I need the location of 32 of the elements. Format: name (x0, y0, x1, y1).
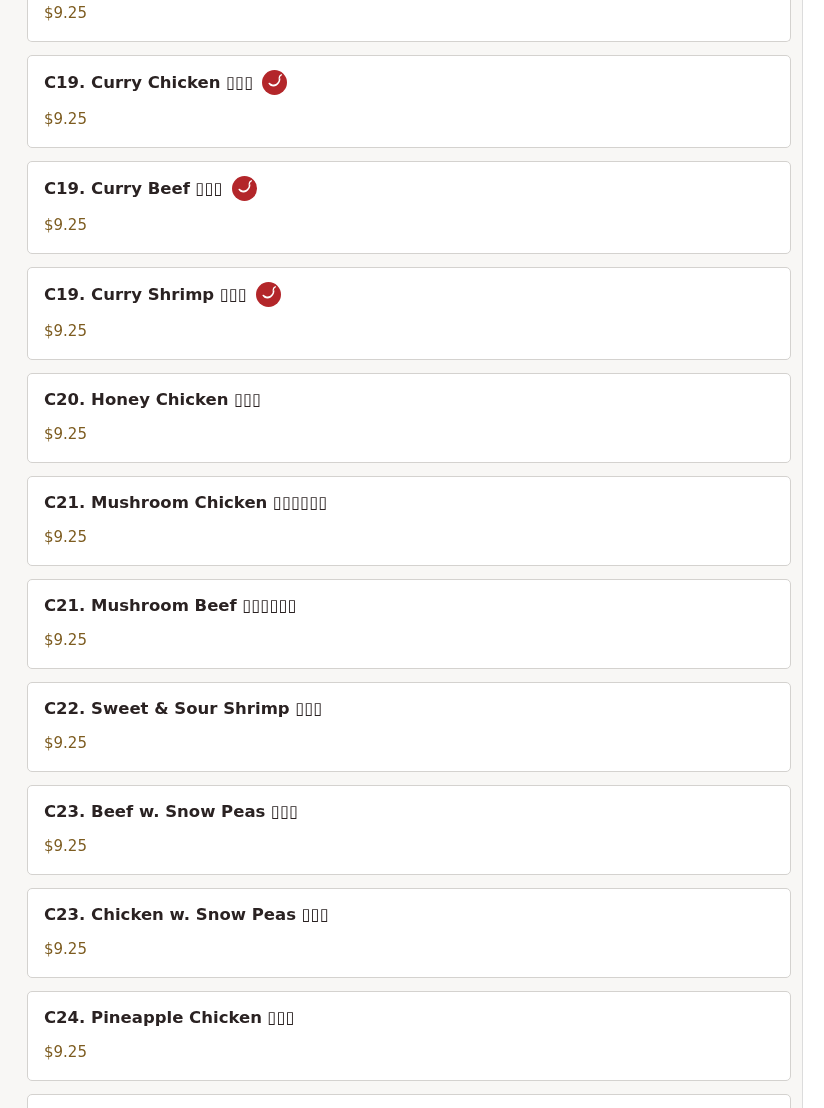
item-name: C23. Beef w. Snow Peas ▯▯▯ (44, 801, 299, 821)
item-price: $9.25 (44, 321, 87, 342)
item-price: $9.25 (44, 215, 87, 236)
menu-item-card[interactable]: C19. Curry Chicken ▯▯▯ $9.25 (27, 55, 791, 148)
item-name: C20. Honey Chicken ▯▯▯ (44, 389, 262, 409)
item-name: C19. Curry Shrimp ▯▯▯ (44, 285, 248, 304)
item-name: C21. Mushroom Chicken ▯▯▯▯▯▯ (44, 492, 328, 512)
item-name: C21. Mushroom Beef ▯▯▯▯▯▯ (44, 595, 297, 615)
item-name: C22. Sweet & Sour Shrimp ▯▯▯ (44, 698, 323, 718)
menu-item-card[interactable]: $9.25 (27, 0, 791, 42)
menu-item-card[interactable]: C22. Sweet & Sour Shrimp ▯▯▯ $9.25 (27, 682, 791, 772)
item-price: $9.25 (44, 3, 87, 24)
menu-item-card[interactable]: C21. Mushroom Chicken ▯▯▯▯▯▯ $9.25 (27, 476, 791, 566)
menu-item-card[interactable]: C20. Honey Chicken ▯▯▯ $9.25 (27, 373, 791, 463)
item-price: $9.25 (44, 424, 87, 445)
item-price: $9.25 (44, 1042, 87, 1063)
item-name: C23. Chicken w. Snow Peas ▯▯▯ (44, 904, 329, 924)
item-name: C24. Pineapple Chicken ▯▯▯ (44, 1007, 295, 1027)
menu-item-card[interactable]: C19. Curry Shrimp ▯▯▯ $9.25 (27, 267, 791, 360)
menu-item-card[interactable]: C24. Pineapple Chicken ▯▯▯ $9.25 (27, 991, 791, 1081)
item-price: $9.25 (44, 527, 87, 548)
item-name: C19. Curry Beef ▯▯▯ (44, 179, 223, 198)
item-price: $9.25 (44, 939, 87, 960)
item-price: $9.25 (44, 630, 87, 651)
item-price: $9.25 (44, 836, 87, 857)
item-name: C19. Curry Chicken ▯▯▯ (44, 73, 254, 92)
item-price: $9.25 (44, 733, 87, 754)
menu-item-card[interactable]: C19. Curry Beef ▯▯▯ $9.25 (27, 161, 791, 254)
menu-item-card[interactable]: C23. Beef w. Snow Peas ▯▯▯ $9.25 (27, 785, 791, 875)
menu-item-card[interactable]: C23. Chicken w. Snow Peas ▯▯▯ $9.25 (27, 888, 791, 978)
item-price: $9.25 (44, 109, 87, 130)
menu-item-card[interactable]: C21. Mushroom Beef ▯▯▯▯▯▯ $9.25 (27, 579, 791, 669)
